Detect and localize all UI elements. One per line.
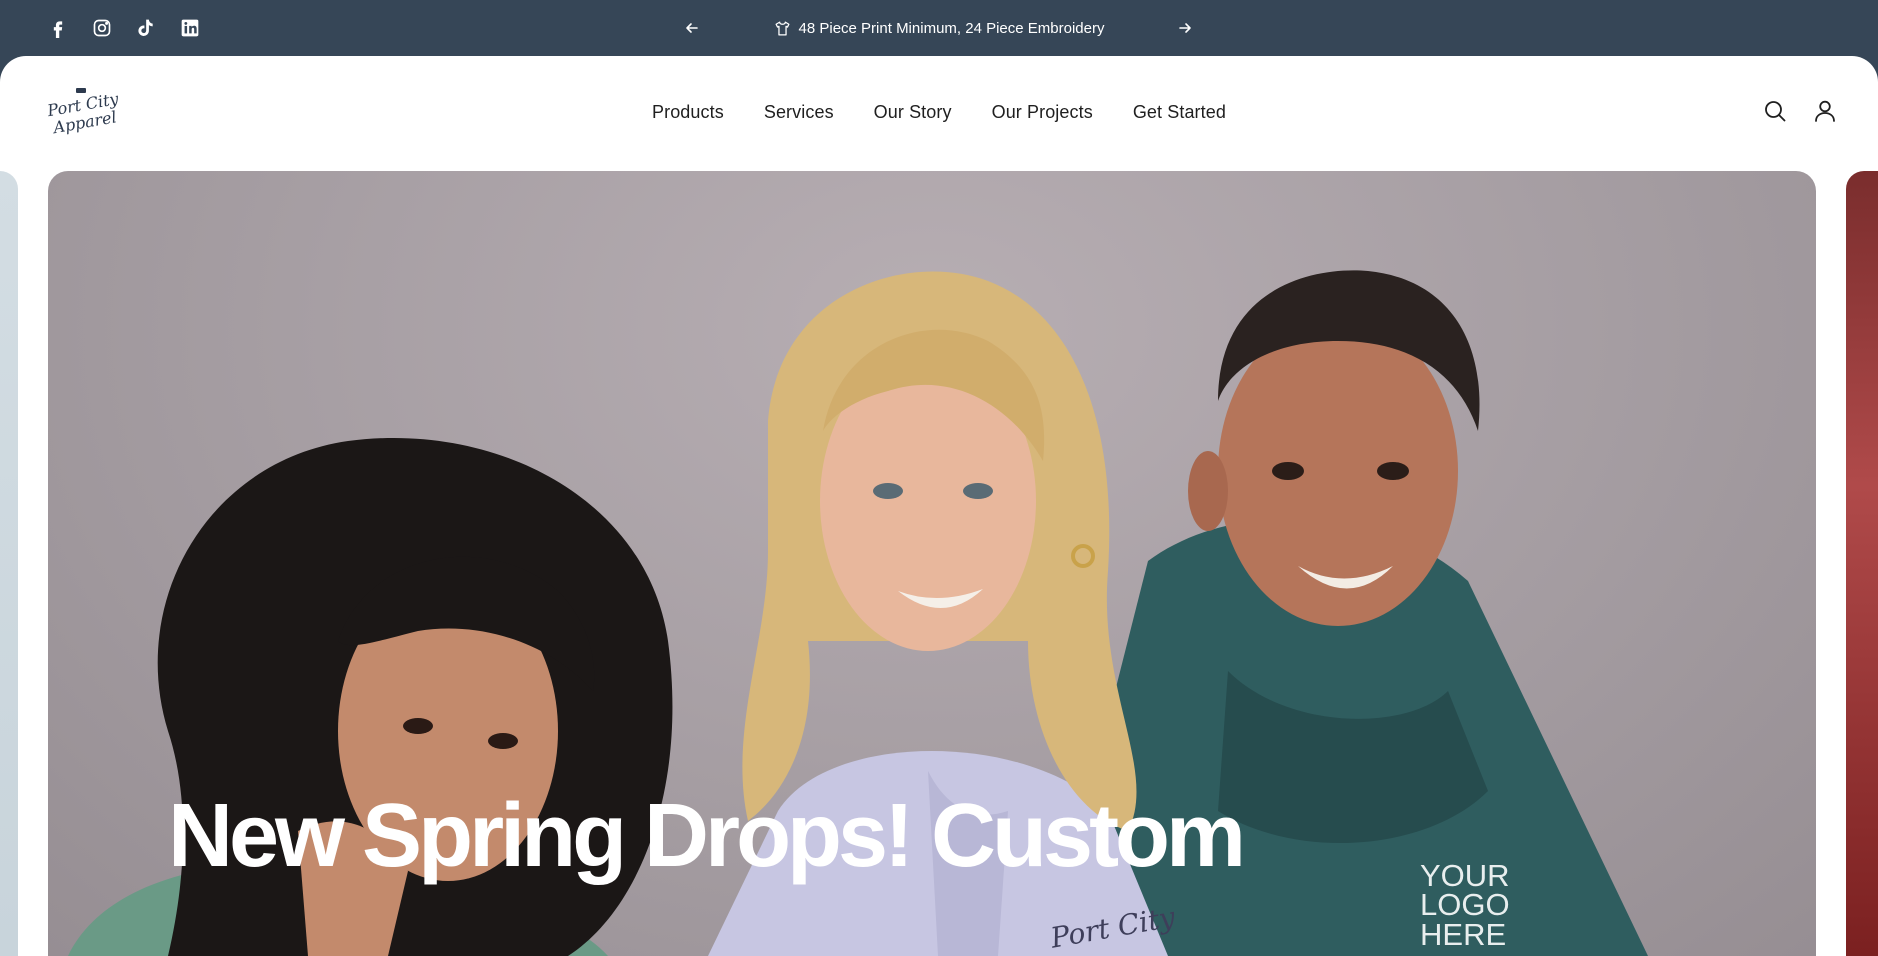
previous-slide-peek[interactable] [0, 171, 18, 956]
tshirt-icon [775, 20, 790, 36]
account-icon[interactable] [1812, 98, 1838, 124]
shirt-logo-print: YOUR LOGO HERE [1420, 858, 1510, 952]
announcement-text: 48 Piece Print Minimum, 24 Piece Embroid… [798, 19, 1105, 37]
announcement-bar: 48 Piece Print Minimum, 24 Piece Embroid… [0, 0, 1878, 56]
search-icon[interactable] [1762, 98, 1788, 124]
hero-slide[interactable]: Port City YOUR LOGO HERE New Spring Drop… [48, 171, 1816, 956]
nav-item-products[interactable]: Products [652, 102, 724, 123]
arrow-right-icon[interactable] [1171, 14, 1199, 42]
main-nav: Products Services Our Story Our Projects… [0, 102, 1878, 123]
next-slide-peek[interactable] [1846, 171, 1878, 956]
nav-item-our-projects[interactable]: Our Projects [992, 102, 1093, 123]
nav-item-our-story[interactable]: Our Story [874, 102, 952, 123]
hero-headline: New Spring Drops! Custom [168, 786, 1246, 886]
nav-item-get-started[interactable]: Get Started [1133, 102, 1226, 123]
nav-item-services[interactable]: Services [764, 102, 834, 123]
announcement-message: 48 Piece Print Minimum, 24 Piece Embroid… [774, 19, 1105, 37]
